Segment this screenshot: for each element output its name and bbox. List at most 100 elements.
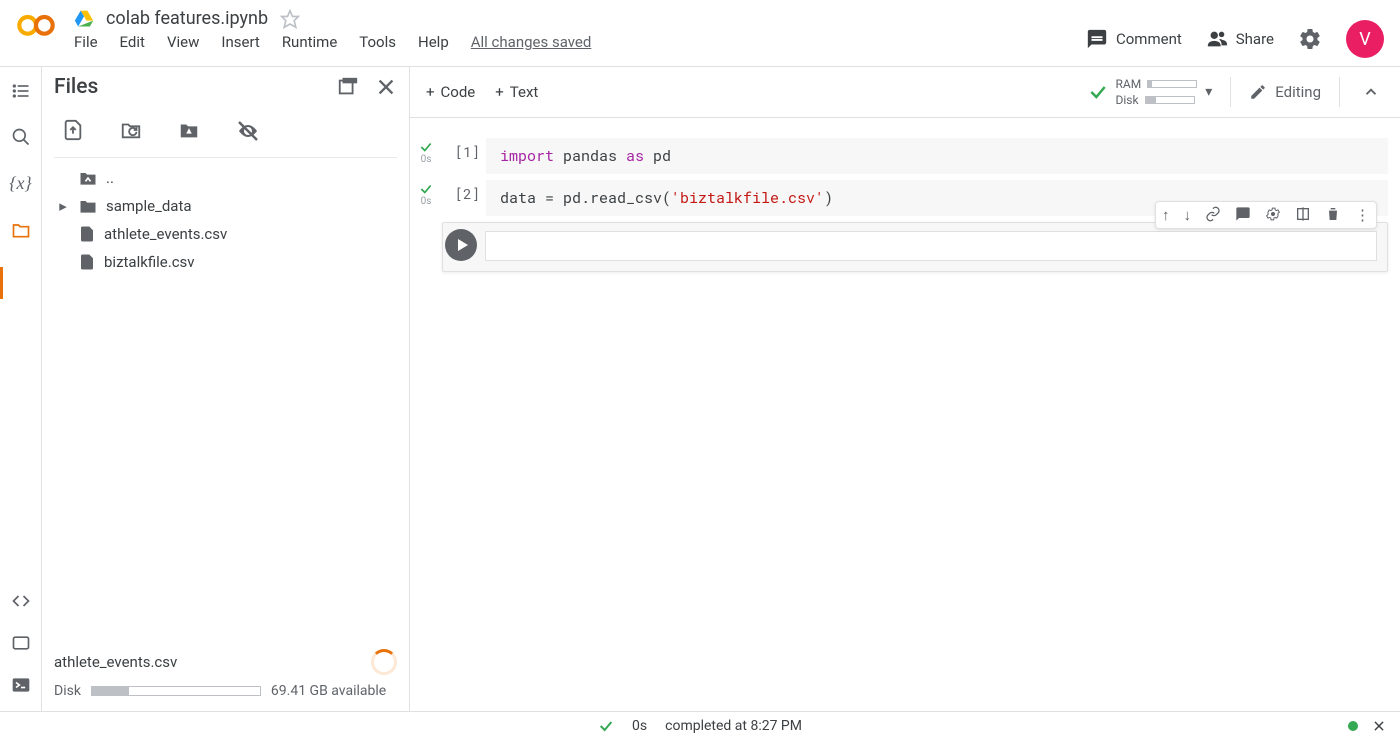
comment-button[interactable]: Comment (1086, 28, 1182, 50)
expand-icon[interactable]: ▸ (56, 197, 70, 215)
link-icon[interactable] (1205, 206, 1221, 224)
status-check-icon (598, 718, 614, 734)
file-label: sample_data (106, 197, 192, 215)
menu-insert[interactable]: Insert (221, 33, 259, 51)
files-panel: Files .. ▸ sample_data (42, 67, 410, 711)
add-text-button[interactable]: + Text (495, 83, 538, 101)
status-close-icon[interactable] (1372, 719, 1386, 733)
add-code-button[interactable]: + Code (426, 83, 475, 101)
menu-edit[interactable]: Edit (120, 33, 145, 51)
snippets-icon[interactable] (11, 591, 31, 611)
editing-label: Editing (1275, 83, 1321, 101)
hide-icon[interactable] (236, 119, 260, 143)
main-toolbar: + Code + Text RAM Disk ▾ Editing (410, 67, 1400, 118)
drive-icon (74, 9, 94, 29)
menu-file[interactable]: File (74, 33, 98, 51)
comment-label: Comment (1116, 30, 1182, 48)
doc-title[interactable]: colab features.ipynb (106, 8, 268, 29)
menu-tools[interactable]: Tools (359, 33, 396, 51)
run-cell-button[interactable] (445, 229, 477, 261)
code-cell[interactable]: 0s [1] import pandas as pd (416, 138, 1388, 174)
status-time: 0s (632, 718, 647, 734)
comment-cell-icon[interactable] (1235, 206, 1251, 224)
plus-icon: + (495, 83, 504, 101)
connection-indicator-icon (1348, 721, 1358, 731)
new-window-icon[interactable] (337, 76, 359, 98)
ram-label: RAM (1116, 77, 1142, 91)
more-icon[interactable]: ⋮ (1355, 206, 1370, 224)
file-label: biztalkfile.csv (104, 253, 195, 271)
header: colab features.ipynb File Edit View Inse… (0, 0, 1400, 58)
move-down-icon[interactable]: ↓ (1184, 206, 1192, 224)
editing-mode-button[interactable]: Editing (1249, 83, 1321, 101)
left-rail: {x} (0, 67, 42, 711)
main-area: + Code + Text RAM Disk ▾ Editing (410, 67, 1400, 711)
file-athlete-events[interactable]: athlete_events.csv (54, 220, 397, 248)
saved-status[interactable]: All changes saved (471, 33, 592, 51)
code-input[interactable] (485, 231, 1377, 261)
play-icon (458, 239, 468, 251)
upload-icon[interactable] (62, 119, 84, 143)
active-code-cell[interactable]: ↑ ↓ ⋮ (416, 222, 1388, 272)
menu-help[interactable]: Help (418, 33, 449, 51)
cell-time: 0s (421, 196, 432, 207)
refresh-icon[interactable] (120, 119, 142, 143)
terminal-icon[interactable] (11, 675, 31, 695)
resource-indicator[interactable]: RAM Disk ▾ (1088, 77, 1213, 107)
toolbar-divider (1339, 77, 1340, 107)
menu-view[interactable]: View (167, 33, 199, 51)
cell-time: 0s (421, 154, 432, 165)
status-bar: 0s completed at 8:27 PM (0, 711, 1400, 739)
upload-spinner-icon (371, 649, 397, 675)
disk-usage-bar (91, 686, 261, 696)
cell-settings-icon[interactable] (1265, 206, 1281, 224)
menu-bar: File Edit View Insert Runtime Tools Help… (74, 33, 1086, 51)
cell-index: [2] (442, 180, 480, 203)
menu-runtime[interactable]: Runtime (282, 33, 337, 51)
share-button[interactable]: Share (1206, 28, 1274, 50)
settings-gear-icon[interactable] (1298, 27, 1322, 51)
files-footer: athlete_events.csv Disk 69.41 GB availab… (54, 649, 397, 699)
add-code-label: Code (441, 83, 476, 101)
files-rail-icon[interactable] (11, 220, 31, 240)
plus-icon: + (426, 83, 435, 101)
files-toolbar (54, 111, 397, 158)
mount-drive-icon[interactable] (178, 119, 200, 143)
cell-check-icon (419, 140, 433, 154)
file-tree: .. ▸ sample_data athlete_events.csv bizt… (54, 164, 397, 649)
star-icon[interactable] (280, 9, 300, 29)
disk-label: Disk (1116, 93, 1139, 107)
uploading-file: athlete_events.csv (54, 653, 177, 671)
delete-icon[interactable] (1325, 206, 1341, 224)
cell-check-icon (419, 182, 433, 196)
cell-index: [1] (442, 138, 480, 161)
colab-logo-icon (16, 12, 56, 40)
move-up-icon[interactable]: ↑ (1162, 206, 1170, 224)
cell-code[interactable]: import pandas as pd (486, 138, 1388, 174)
collapse-icon[interactable] (1358, 79, 1384, 105)
toolbar-divider (1230, 77, 1231, 107)
file-label: athlete_events.csv (104, 225, 227, 243)
variables-icon[interactable]: {x} (9, 173, 31, 194)
mirror-icon[interactable] (1295, 206, 1311, 224)
find-icon[interactable] (11, 127, 31, 147)
header-right: Comment Share V (1086, 20, 1384, 58)
folder-sample-data[interactable]: ▸ sample_data (54, 192, 397, 220)
disk-label: Disk (54, 683, 81, 699)
add-text-label: Text (510, 83, 539, 101)
dropdown-icon[interactable]: ▾ (1205, 84, 1212, 100)
rail-active-indicator (0, 267, 3, 299)
close-panel-icon[interactable] (375, 76, 397, 98)
file-label: .. (106, 169, 114, 187)
file-biztalkfile[interactable]: biztalkfile.csv (54, 248, 397, 276)
user-avatar[interactable]: V (1346, 20, 1384, 58)
check-icon (1088, 82, 1108, 102)
cell-toolbar: ↑ ↓ ⋮ (1155, 201, 1377, 229)
toc-icon[interactable] (11, 81, 31, 101)
share-label: Share (1236, 30, 1274, 48)
disk-available: 69.41 GB available (271, 683, 386, 699)
command-palette-icon[interactable] (11, 633, 31, 653)
files-title: Files (54, 75, 98, 99)
file-up[interactable]: .. (54, 164, 397, 192)
notebook: 0s [1] import pandas as pd 0s [2] data =… (410, 118, 1400, 711)
